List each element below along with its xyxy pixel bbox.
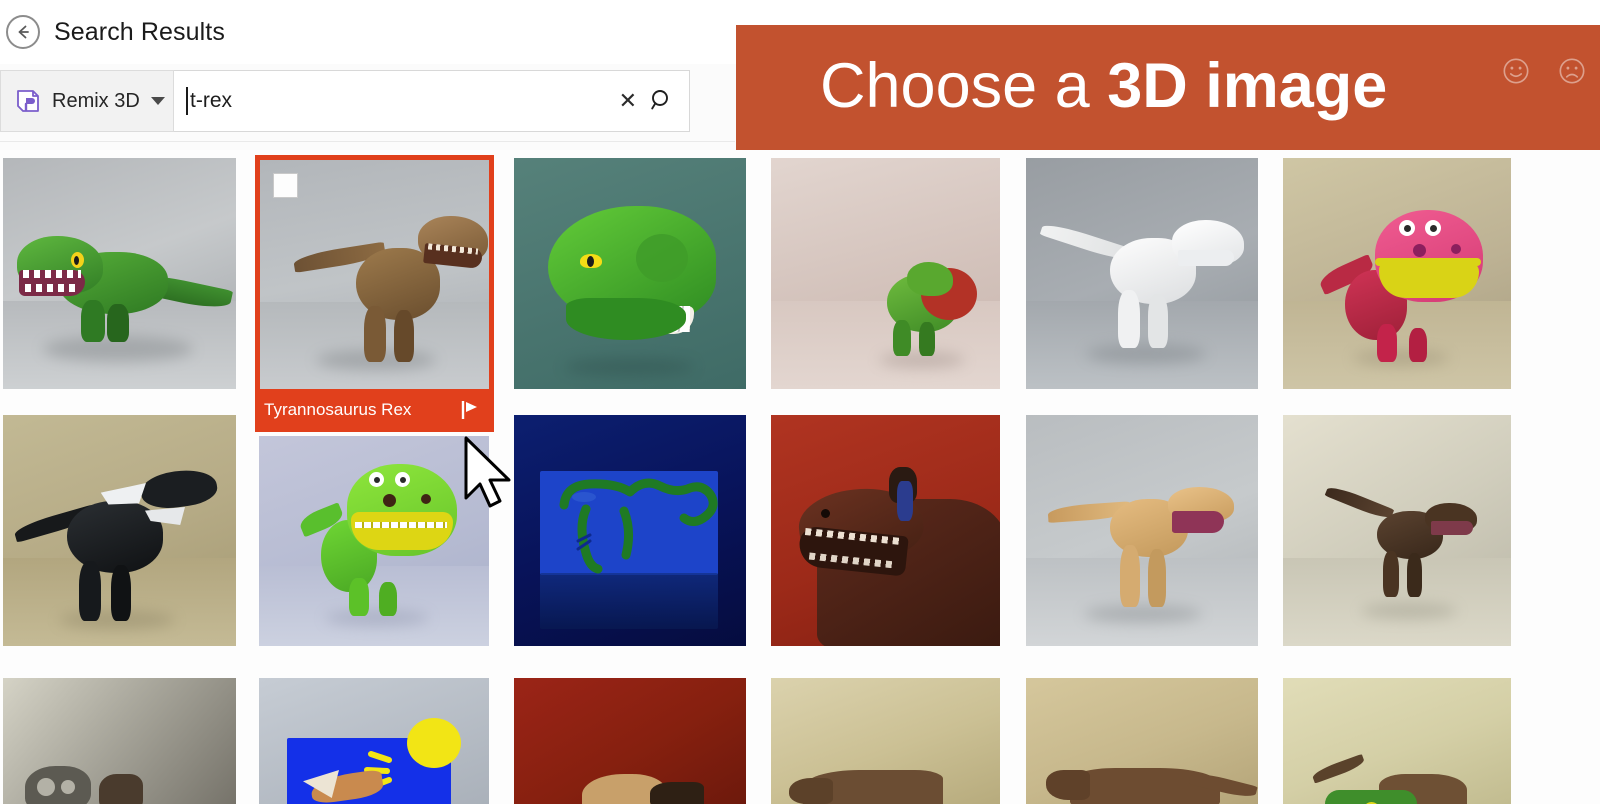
result-tile[interactable] <box>1283 415 1511 646</box>
tile-title: Tyrannosaurus Rex <box>264 400 412 419</box>
result-thumbnail <box>259 678 489 804</box>
close-icon[interactable]: ✕ <box>607 90 649 112</box>
result-tile[interactable] <box>771 678 1000 804</box>
chevron-down-icon[interactable] <box>150 97 165 105</box>
remix3d-search-results-window: Search Results Remix 3D t-rex ✕ Choose a… <box>0 0 1600 804</box>
search-row: Remix 3D t-rex ✕ <box>0 70 690 132</box>
promo-text-regular: Choose a <box>820 50 1108 121</box>
result-tile[interactable] <box>514 158 746 389</box>
result-thumbnail <box>1283 158 1511 389</box>
page-title: Search Results <box>54 17 225 46</box>
result-tile-selected[interactable]: Tyrannosaurus Rex <box>255 155 494 432</box>
result-thumbnail <box>3 158 236 389</box>
result-tile[interactable] <box>514 415 746 646</box>
result-thumbnail <box>1283 415 1511 646</box>
back-arrow-icon <box>18 25 29 39</box>
result-thumbnail <box>3 415 236 646</box>
result-tile[interactable] <box>1026 158 1258 389</box>
header-divider <box>0 141 735 142</box>
result-tile[interactable] <box>259 436 489 646</box>
frowny-face-icon[interactable] <box>1558 57 1586 85</box>
result-thumbnail <box>1026 158 1258 389</box>
result-thumbnail <box>259 436 489 646</box>
child-drawing <box>559 478 718 574</box>
search-input[interactable]: t-rex ✕ <box>174 70 690 132</box>
feedback-icons <box>1502 57 1586 85</box>
result-tile[interactable] <box>259 678 489 804</box>
search-icon[interactable] <box>649 88 675 114</box>
promo-text: Choose a 3D image <box>820 54 1387 118</box>
result-thumbnail <box>771 678 1000 804</box>
mouse-pointer-icon <box>464 436 511 508</box>
result-thumbnail <box>771 415 1000 646</box>
promo-banner: Choose a 3D image <box>736 25 1600 150</box>
results-grid: Tyrannosaurus Rex <box>0 150 1600 804</box>
report-flag-icon[interactable] <box>460 399 480 421</box>
back-button[interactable] <box>6 15 40 49</box>
result-tile[interactable] <box>771 415 1000 646</box>
result-thumbnail <box>1026 415 1258 646</box>
result-tile[interactable] <box>1283 158 1511 389</box>
result-tile[interactable] <box>3 158 236 389</box>
result-tile[interactable] <box>1026 678 1258 804</box>
tile-caption: Tyrannosaurus Rex <box>260 392 489 428</box>
search-query-text: t-rex <box>190 89 232 112</box>
text-cursor <box>186 87 188 115</box>
result-thumbnail <box>514 158 746 389</box>
result-tile[interactable] <box>771 158 1000 389</box>
result-tile[interactable] <box>3 678 236 804</box>
result-tile[interactable] <box>1026 415 1258 646</box>
result-thumbnail <box>3 678 236 804</box>
source-selector-button[interactable]: Remix 3D <box>0 70 174 132</box>
result-tile[interactable] <box>1283 678 1511 804</box>
result-tile[interactable] <box>514 678 746 804</box>
promo-text-bold: 3D image <box>1107 50 1388 121</box>
result-thumbnail <box>1026 678 1258 804</box>
result-thumbnail <box>514 415 746 646</box>
result-thumbnail <box>771 158 1000 389</box>
result-thumbnail <box>514 678 746 804</box>
result-tile[interactable] <box>3 415 236 646</box>
smiley-face-icon[interactable] <box>1502 57 1530 85</box>
result-thumbnail <box>1283 678 1511 804</box>
tile-checkbox[interactable] <box>273 173 298 198</box>
source-label: Remix 3D <box>52 89 140 112</box>
remix3d-icon <box>17 90 39 112</box>
